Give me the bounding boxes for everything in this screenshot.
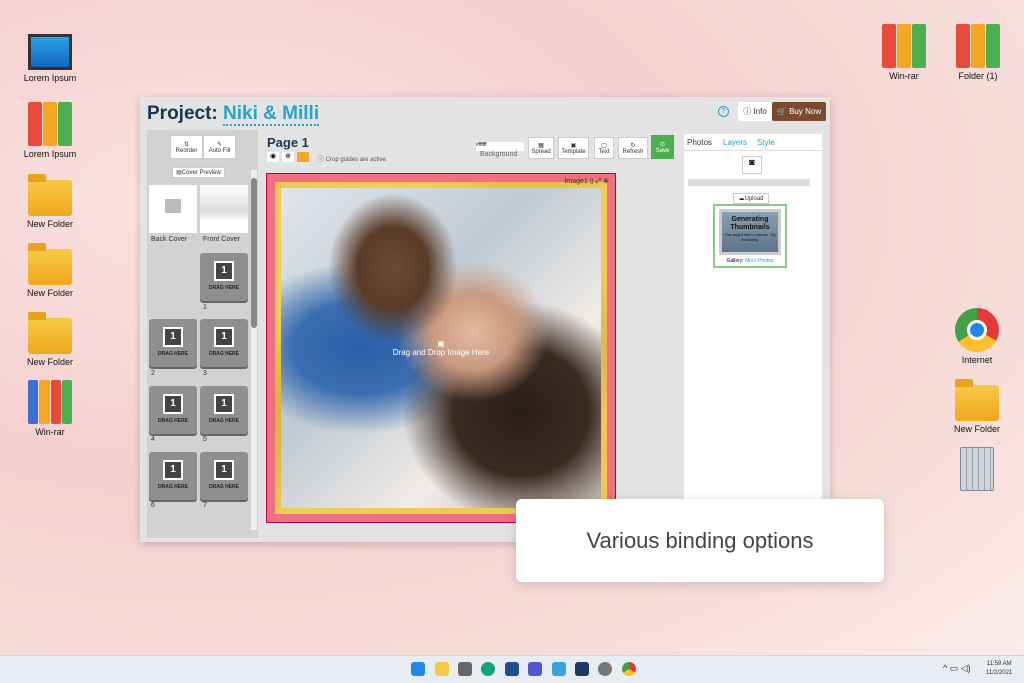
app-icon[interactable] (575, 662, 589, 676)
desktop-icon-chrome[interactable]: Internet (937, 308, 1017, 365)
desktop-icon-folder[interactable]: New Folder (10, 310, 90, 367)
info-button[interactable]: ⓘ Info (738, 102, 772, 121)
start-icon[interactable] (411, 662, 425, 676)
desktop-icon-winrar[interactable]: Win-rar (864, 24, 944, 81)
cover-preview-button[interactable]: ▤ Cover Preview (172, 167, 225, 178)
refresh-button[interactable]: ↻ Refresh (618, 137, 648, 159)
folder-icon (28, 312, 72, 354)
folder-icon (955, 379, 999, 421)
desktop-icon-computer[interactable]: Lorem Ipsum (10, 30, 90, 83)
computer-icon (28, 34, 72, 70)
clock[interactable]: 11:59 AM 11/2/2021 (986, 660, 1012, 678)
preview-icon[interactable]: ◉ (267, 152, 279, 162)
binders-icon (956, 24, 1000, 68)
edge-icon[interactable] (481, 662, 495, 676)
zoom-icon[interactable]: ⊕ (282, 152, 294, 162)
camera-icon[interactable]: ◙ (742, 156, 762, 174)
template-button[interactable]: ▣ Template (558, 137, 589, 159)
tab-photos[interactable]: Photos (684, 134, 715, 151)
teams-icon[interactable] (528, 662, 542, 676)
folder-icon (28, 243, 72, 285)
text-button[interactable]: ▢ Text (594, 137, 614, 159)
project-title: Project: Niki & Milli (147, 103, 320, 126)
help-icon[interactable]: ? (718, 106, 729, 117)
tab-style[interactable]: Style (754, 134, 778, 151)
tab-layers[interactable]: Layers (720, 134, 750, 151)
drop-hint: ▣ Drag and Drop Image Here (392, 339, 490, 357)
pages-panel: ⇅ Reorder ✎ Auto Fill ▤ Cover Preview Back … (147, 130, 258, 538)
desktop-icon-binders[interactable]: Lorem Ipsum (10, 102, 90, 159)
desktop-icon-folder[interactable]: New Folder (937, 377, 1017, 434)
spread-button[interactable]: ▦ Spread (528, 137, 554, 159)
desktop-icon-winrar[interactable]: Win-rar (10, 380, 90, 437)
file-explorer-icon[interactable] (435, 662, 449, 676)
desktop-icon-folder[interactable]: New Folder (10, 172, 90, 229)
chrome-taskbar-icon[interactable] (622, 662, 636, 676)
page-thumb[interactable]: 1 DRAG HERE (149, 386, 197, 434)
desktop-icon-binders[interactable]: Folder (1) (938, 24, 1018, 81)
app-window: Project: Niki & Milli ? ⓘ Info 🛒 Buy Now… (140, 97, 830, 542)
page-thumb[interactable]: 1 DRAG HERE (149, 452, 197, 500)
page-thumb[interactable]: 1 DRAG HERE (200, 452, 248, 500)
recycle-bin[interactable] (937, 447, 1017, 494)
page-thumb[interactable]: 1 DRAG HERE (200, 386, 248, 434)
page-canvas[interactable]: Image1 ▯ ⤢ ⊗ ▣ Drag and Drop Image Here (266, 173, 616, 523)
settings-icon[interactable] (598, 662, 612, 676)
page-thumb[interactable]: 1 DRAG HERE (200, 253, 248, 301)
chrome-icon (955, 308, 999, 352)
winrar-icon (882, 24, 926, 68)
folder-icon (28, 174, 72, 216)
image-label: Image1 ▯ ⤢ ⊗ (564, 178, 609, 185)
store-icon[interactable] (505, 662, 519, 676)
auto-fill-button[interactable]: ✎ Auto Fill (203, 135, 236, 159)
buy-now-button[interactable]: 🛒 Buy Now (772, 102, 826, 121)
crop-note: ⓘ Crop guides are active. (318, 157, 388, 163)
page-title: Page 1 (267, 135, 309, 150)
gallery-thumb[interactable]: Generating Thumbnails This might take a … (713, 204, 787, 268)
camera-app-icon[interactable] (458, 662, 472, 676)
upload-button[interactable]: ☁ Upload (733, 193, 769, 204)
page-thumb[interactable]: 1 DRAG HERE (149, 319, 197, 367)
project-name[interactable]: Niki & Milli (223, 103, 320, 126)
page-thumb[interactable]: 1 DRAG HERE (200, 319, 248, 367)
save-button[interactable]: ⊙ Save (651, 135, 674, 159)
tray-icons[interactable]: ^ ▭ ◁) (943, 663, 971, 674)
front-cover-thumb[interactable] (200, 185, 248, 233)
binders-icon (28, 102, 72, 146)
winrar-icon (28, 380, 72, 424)
desktop-icon-folder[interactable]: New Folder (10, 241, 90, 298)
back-cover-thumb[interactable] (149, 185, 197, 233)
crop-guides-toggle[interactable] (297, 152, 309, 162)
reorder-button[interactable]: ⇅ Reorder (170, 135, 203, 159)
scrollbar[interactable] (251, 170, 257, 530)
background-color-input[interactable]: #ffffff (476, 142, 524, 151)
caption-card: Various binding options (516, 499, 884, 582)
folder-bar[interactable] (688, 179, 810, 186)
paint-icon[interactable] (552, 662, 566, 676)
taskbar: ^ ▭ ◁) 11:59 AM 11/2/2021 (0, 655, 1024, 683)
trash-icon (960, 447, 994, 491)
media-panel: Photos Layers Style ◙ ☁ Upload Generatin… (684, 134, 822, 500)
